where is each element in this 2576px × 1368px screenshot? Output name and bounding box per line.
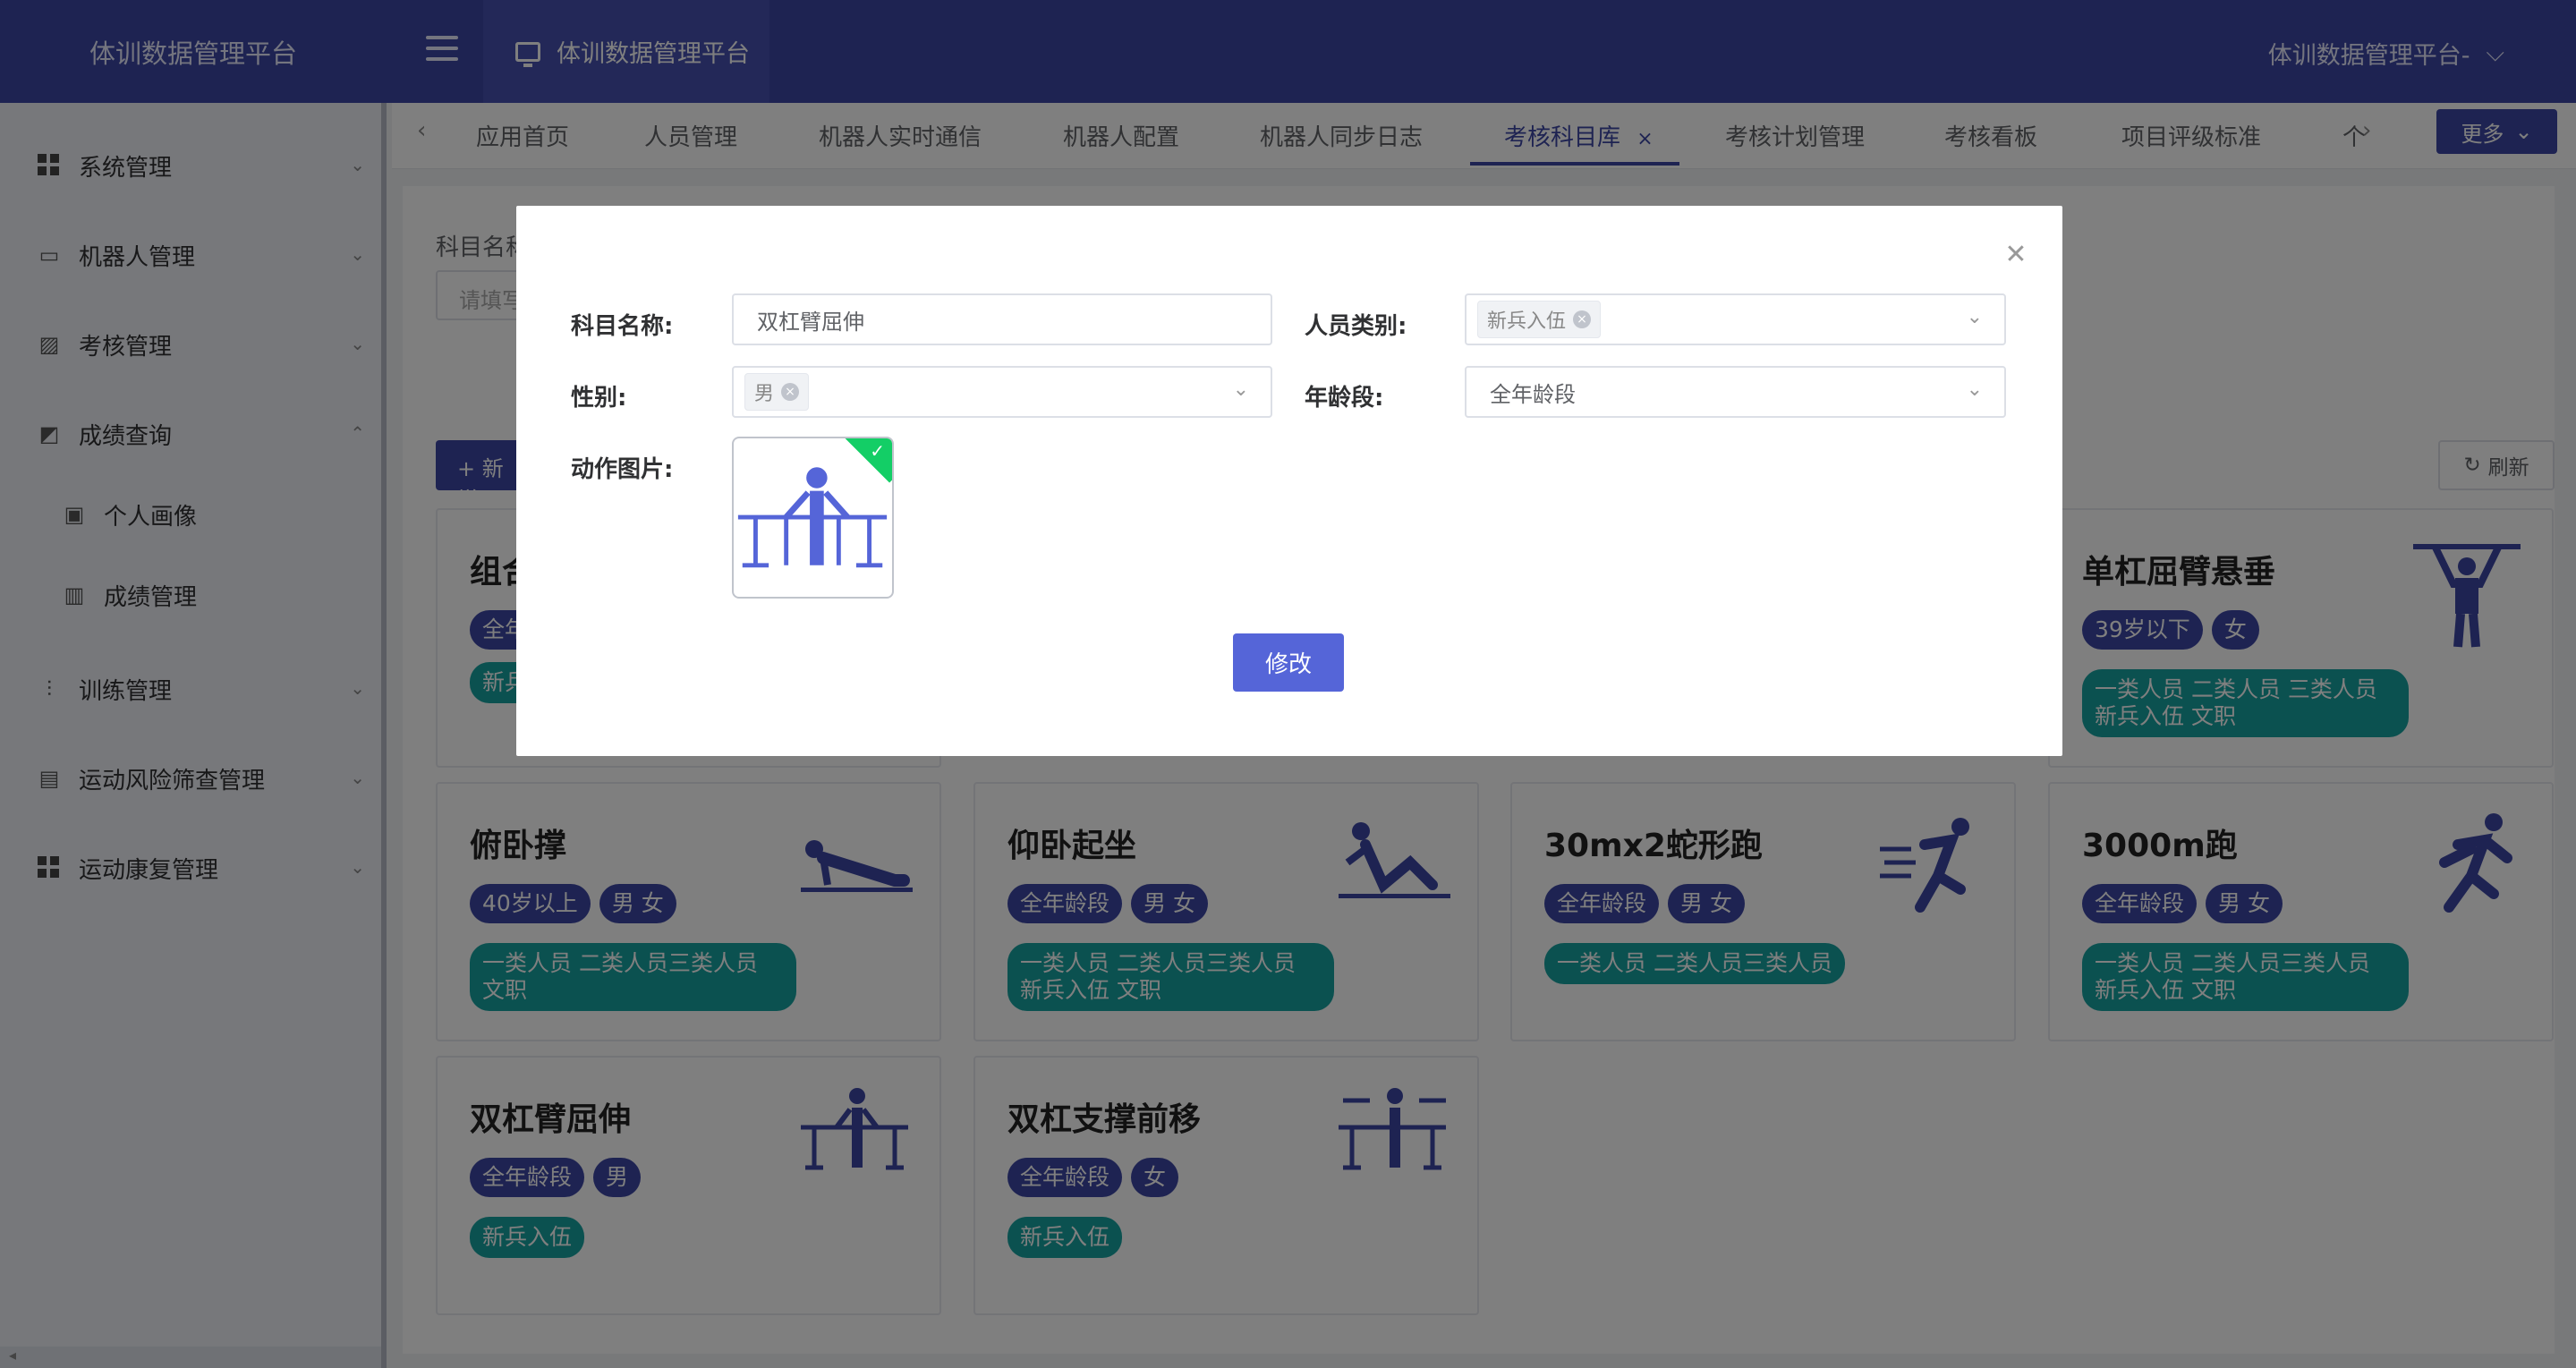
action-image-upload[interactable]: ✓ bbox=[732, 437, 894, 599]
gender-label: 性别: bbox=[571, 385, 627, 412]
age-group-select[interactable]: 全年龄段 ⌄ bbox=[1465, 366, 2006, 418]
subject-name-label: 科目名称: bbox=[571, 313, 674, 340]
chip-label: 男 bbox=[754, 383, 775, 405]
chevron-down-icon: ⌄ bbox=[1966, 306, 1983, 328]
gender-chip: 男 × bbox=[744, 373, 810, 411]
chevron-down-icon: ⌄ bbox=[1966, 378, 1983, 401]
check-icon: ✓ bbox=[870, 440, 885, 462]
modify-button[interactable]: 修改 bbox=[1233, 633, 1344, 692]
age-group-label: 年龄段: bbox=[1305, 385, 1384, 412]
category-chip: 新兵入伍 × bbox=[1477, 301, 1602, 338]
personnel-category-select[interactable]: 新兵入伍 × ⌄ bbox=[1465, 293, 2006, 345]
personnel-category-label: 人员类别: bbox=[1305, 313, 1407, 340]
action-image-label: 动作图片: bbox=[571, 456, 674, 483]
chevron-down-icon: ⌄ bbox=[1232, 378, 1249, 401]
age-group-value: 全年龄段 bbox=[1490, 381, 1576, 407]
close-icon[interactable]: ✕ bbox=[2002, 242, 2029, 268]
subject-name-input[interactable]: 双杠臂屈伸 bbox=[732, 293, 1272, 345]
chip-label: 新兵入伍 bbox=[1487, 310, 1567, 333]
remove-chip-icon[interactable]: × bbox=[1573, 310, 1592, 328]
gender-select[interactable]: 男 × ⌄ bbox=[732, 366, 1272, 418]
remove-chip-icon[interactable]: × bbox=[781, 383, 800, 401]
